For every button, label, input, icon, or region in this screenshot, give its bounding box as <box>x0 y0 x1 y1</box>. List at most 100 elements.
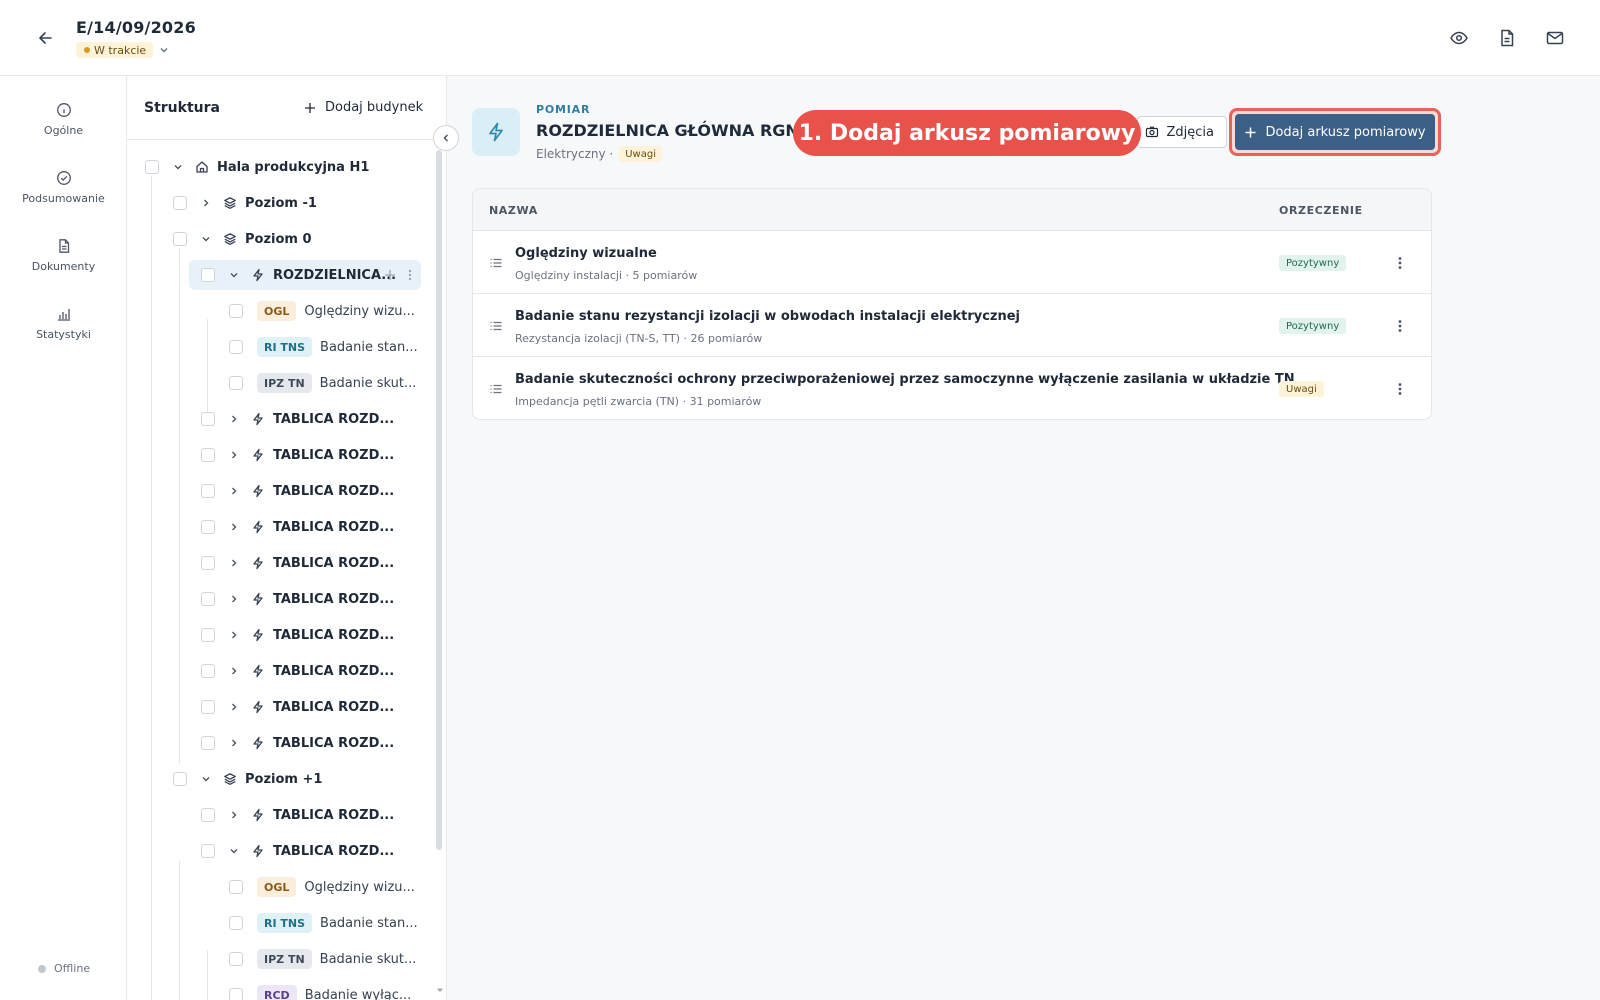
tree-checkbox[interactable] <box>229 988 243 1000</box>
tree-sheet-item[interactable]: OGL Oględziny wizu... <box>229 296 415 326</box>
tree-node-board[interactable]: TABLICA ROZD... <box>201 692 394 722</box>
tree-checkbox[interactable] <box>229 376 243 390</box>
tree-checkbox[interactable] <box>201 448 215 462</box>
top-header: E/14/09/2026 W trakcie <box>0 0 1600 76</box>
plus-icon <box>303 101 317 115</box>
chevron-down-icon[interactable] <box>200 773 212 785</box>
tree-checkbox[interactable] <box>173 196 187 210</box>
more-vertical-icon[interactable] <box>1393 381 1407 397</box>
tree-checkbox[interactable] <box>201 484 215 498</box>
tree-checkbox[interactable] <box>229 880 243 894</box>
chevron-right-icon[interactable] <box>228 737 240 749</box>
tree-node-label: TABLICA ROZD... <box>273 447 395 463</box>
verdict-badge: Pozytywny <box>1279 318 1347 334</box>
rail-item-summary[interactable]: Podsumowanie <box>0 170 127 205</box>
tree-checkbox[interactable] <box>229 304 243 318</box>
tree-node-board[interactable]: TABLICA ROZD... <box>201 512 394 542</box>
add-measurement-sheet-button[interactable]: Dodaj arkusz pomiarowy <box>1235 114 1435 150</box>
rail-item-general[interactable]: Ogólne <box>0 102 127 137</box>
tree-checkbox[interactable] <box>201 520 215 534</box>
chevron-down-icon[interactable] <box>228 845 240 857</box>
tree-node-board[interactable]: TABLICA ROZD... <box>201 548 394 578</box>
tree-checkbox[interactable] <box>145 160 159 174</box>
tree-sheet-item[interactable]: RI TNS Badanie stan... <box>229 908 418 938</box>
tree-scrollbar[interactable] <box>436 150 442 850</box>
tree-node-board[interactable]: TABLICA ROZD... <box>201 584 394 614</box>
home-icon <box>195 160 209 174</box>
tree-checkbox[interactable] <box>173 232 187 246</box>
table-row[interactable]: Badanie stanu rezystancji izolacji w obw… <box>473 294 1431 357</box>
chevron-right-icon[interactable] <box>228 701 240 713</box>
tree-node-label: ROZDZIELNICA... <box>273 267 397 283</box>
remarks-badge: Uwagi <box>619 146 662 162</box>
tree-sheet-item[interactable]: OGL Oględziny wizu... <box>229 872 415 902</box>
chevron-right-icon[interactable] <box>228 485 240 497</box>
list-icon <box>489 319 503 333</box>
tree-checkbox[interactable] <box>201 628 215 642</box>
tree-node-level[interactable]: Poziom -1 <box>173 188 317 218</box>
tree-checkbox[interactable] <box>201 700 215 714</box>
chevron-right-icon[interactable] <box>228 449 240 461</box>
chevron-right-icon[interactable] <box>228 521 240 533</box>
chevron-right-icon[interactable] <box>228 809 240 821</box>
tree-checkbox[interactable] <box>201 268 215 282</box>
tree-checkbox[interactable] <box>201 664 215 678</box>
tree-checkbox[interactable] <box>201 808 215 822</box>
tree-checkbox[interactable] <box>173 772 187 786</box>
plus-icon[interactable] <box>383 268 397 282</box>
chevron-right-icon[interactable] <box>200 197 212 209</box>
rail-item-documents[interactable]: Dokumenty <box>0 238 127 273</box>
chevron-right-icon[interactable] <box>228 665 240 677</box>
measurement-bolt-icon <box>472 108 520 156</box>
scroll-down-icon[interactable] <box>436 986 444 994</box>
tree-node-board[interactable]: TABLICA ROZD... <box>201 620 394 650</box>
chevron-down-icon[interactable] <box>172 161 184 173</box>
tree-node-level[interactable]: Poziom 0 <box>173 224 312 254</box>
tree-checkbox[interactable] <box>229 916 243 930</box>
add-building-button[interactable]: Dodaj budynek <box>303 100 423 115</box>
tree-checkbox[interactable] <box>229 340 243 354</box>
more-vertical-icon[interactable] <box>407 268 413 282</box>
document-icon[interactable] <box>1497 28 1517 48</box>
back-arrow-icon[interactable] <box>36 28 56 48</box>
tree-node-board[interactable]: TABLICA ROZD... <box>201 800 394 830</box>
tree-sheet-item[interactable]: IPZ TN Badanie skut... <box>229 944 416 974</box>
tree-node-board[interactable]: TABLICA ROZD... <box>201 404 394 434</box>
tree-checkbox[interactable] <box>201 592 215 606</box>
more-vertical-icon[interactable] <box>1393 318 1407 334</box>
tree-sheet-item[interactable]: IPZ TN Badanie skut... <box>229 368 416 398</box>
eye-icon[interactable] <box>1449 28 1469 48</box>
table-row[interactable]: Badanie skuteczności ochrony przeciwpora… <box>473 357 1431 419</box>
chevron-right-icon[interactable] <box>228 629 240 641</box>
tree-checkbox[interactable] <box>229 952 243 966</box>
chevron-right-icon[interactable] <box>228 557 240 569</box>
tree-checkbox[interactable] <box>201 556 215 570</box>
chevron-down-icon[interactable] <box>158 44 170 56</box>
chevron-down-icon[interactable] <box>228 269 240 281</box>
chevron-right-icon[interactable] <box>228 593 240 605</box>
mail-icon[interactable] <box>1545 28 1565 48</box>
tree-node-board[interactable]: TABLICA ROZD... <box>201 440 394 470</box>
tree-node-board[interactable]: TABLICA ROZD... <box>201 728 394 758</box>
tree-node-level[interactable]: Poziom +1 <box>173 764 322 794</box>
rail-item-statistics[interactable]: Statystyki <box>0 306 127 341</box>
more-vertical-icon[interactable] <box>1393 255 1407 271</box>
tree-checkbox[interactable] <box>201 844 215 858</box>
tree-node-board[interactable]: TABLICA ROZD... <box>201 656 394 686</box>
tree-node-board[interactable]: TABLICA ROZD... <box>201 476 394 506</box>
tree-sheet-item[interactable]: RI TNS Badanie stan... <box>229 332 418 362</box>
chevron-down-icon[interactable] <box>200 233 212 245</box>
status-badge[interactable]: W trakcie <box>76 42 154 58</box>
tree-checkbox[interactable] <box>201 412 215 426</box>
tree-sheet-item[interactable]: RCD Badanie wyłąc... <box>229 980 411 1000</box>
tree-checkbox[interactable] <box>201 736 215 750</box>
chevron-right-icon[interactable] <box>228 413 240 425</box>
collapse-panel-button[interactable] <box>433 125 459 151</box>
tree-node-board[interactable]: TABLICA ROZD... <box>201 836 394 866</box>
table-row[interactable]: Oględziny wizualne Oględziny instalacji ·… <box>473 231 1431 294</box>
tree-node-building[interactable]: Hala produkcyjna H1 <box>145 152 369 182</box>
tree-node-label: TABLICA ROZD... <box>273 663 395 679</box>
plus-icon <box>1244 126 1257 139</box>
table-body: Oględziny wizualne Oględziny instalacji ·… <box>473 231 1431 419</box>
photos-button[interactable]: Zdjęcia <box>1137 116 1227 148</box>
